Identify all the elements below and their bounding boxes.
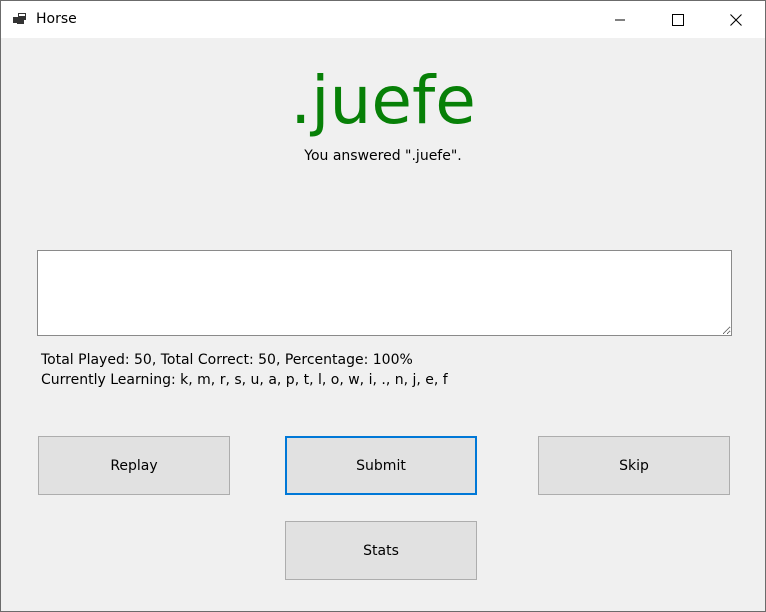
skip-button[interactable]: Skip xyxy=(538,436,730,495)
minimize-button[interactable] xyxy=(591,1,649,38)
replay-button[interactable]: Replay xyxy=(38,436,230,495)
learning-letters: Currently Learning: k, m, r, s, u, a, p,… xyxy=(41,372,448,388)
stats-summary: Total Played: 50, Total Correct: 50, Per… xyxy=(41,352,413,368)
close-icon xyxy=(730,13,742,26)
close-button[interactable] xyxy=(707,1,765,38)
window-title: Horse xyxy=(36,11,77,27)
target-word: .juefe xyxy=(290,62,476,139)
app-window: Horse .juefe You answered ".juefe". Tota… xyxy=(0,0,766,612)
maximize-icon xyxy=(672,13,684,26)
submit-button[interactable]: Submit xyxy=(285,436,477,495)
answer-input[interactable] xyxy=(37,250,732,336)
maximize-button[interactable] xyxy=(649,1,707,38)
minimize-icon xyxy=(615,19,625,20)
stats-button[interactable]: Stats xyxy=(285,521,477,580)
app-window-icon xyxy=(13,13,26,24)
answer-feedback: You answered ".juefe". xyxy=(304,148,462,164)
title-bar[interactable]: Horse xyxy=(1,1,765,38)
